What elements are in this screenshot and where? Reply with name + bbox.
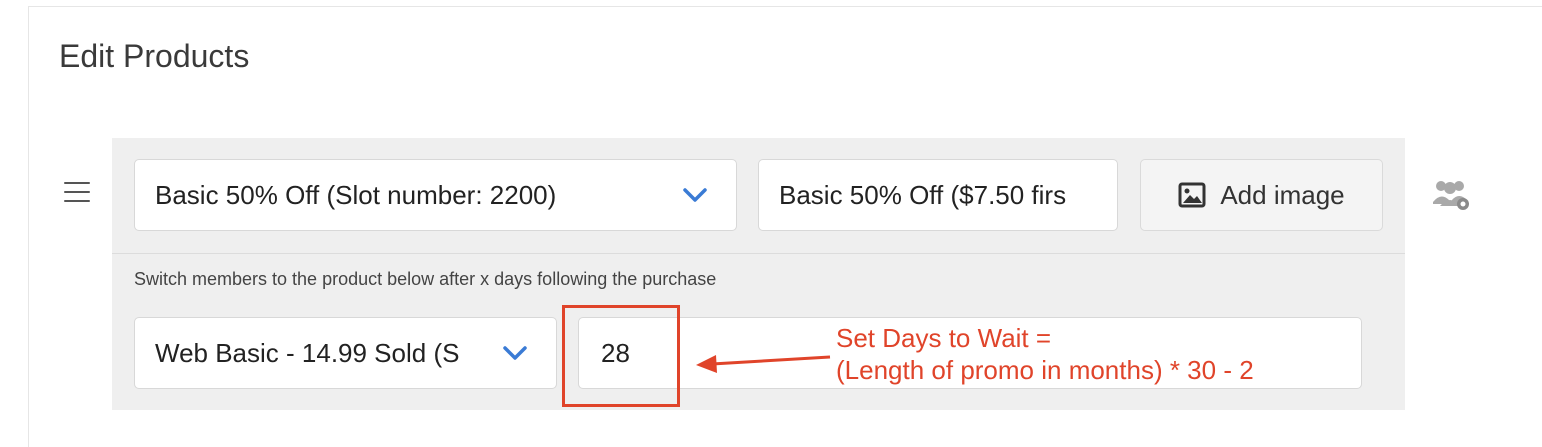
add-image-button[interactable]: Add image xyxy=(1140,159,1383,231)
annotation-arrow xyxy=(696,355,831,373)
drag-handle-icon[interactable] xyxy=(64,182,90,206)
chevron-down-icon xyxy=(503,346,527,360)
highlight-box xyxy=(562,305,680,407)
row-divider xyxy=(112,253,1405,254)
page-title: Edit Products xyxy=(59,38,250,74)
image-icon xyxy=(1178,182,1206,208)
annotation-line-1: Set Days to Wait = xyxy=(836,323,1052,353)
switch-members-label: Switch members to the product below afte… xyxy=(134,269,717,289)
chevron-down-icon xyxy=(683,188,707,202)
switch-target-select[interactable]: Web Basic - 14.99 Sold (S xyxy=(134,317,557,389)
members-settings-icon[interactable] xyxy=(1432,178,1472,212)
add-image-label: Add image xyxy=(1220,179,1345,210)
product-name-value: Basic 50% Off ($7.50 firs xyxy=(779,179,1067,210)
product-name-input[interactable]: Basic 50% Off ($7.50 firs xyxy=(758,159,1118,231)
product-select-value: Basic 50% Off (Slot number: 2200) xyxy=(155,179,557,210)
switch-target-value: Web Basic - 14.99 Sold (S xyxy=(155,337,460,368)
product-select[interactable]: Basic 50% Off (Slot number: 2200) xyxy=(134,159,737,231)
annotation-line-2: (Length of promo in months) * 30 - 2 xyxy=(836,355,1254,385)
annotation-text: Set Days to Wait = (Length of promo in m… xyxy=(836,322,1254,386)
